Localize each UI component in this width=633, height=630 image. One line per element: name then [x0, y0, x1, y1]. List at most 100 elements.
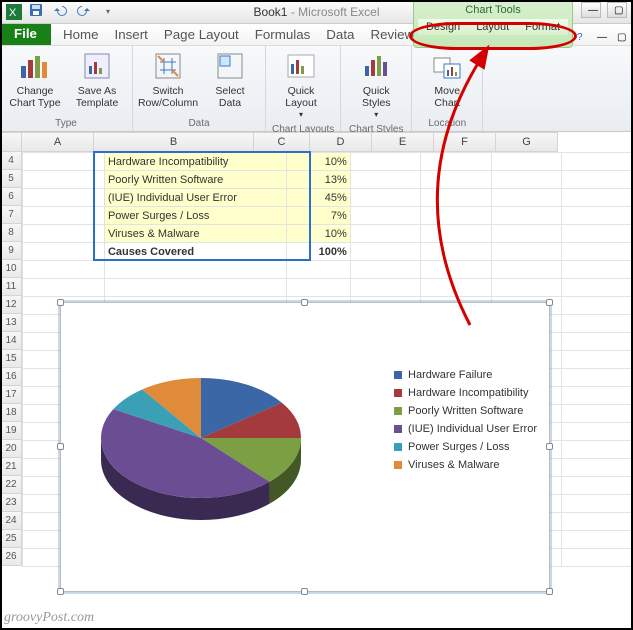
legend-item[interactable]: Viruses & Malware — [394, 459, 537, 471]
tab-formulas[interactable]: Formulas — [247, 24, 319, 45]
cell[interactable] — [562, 333, 633, 351]
column-header[interactable]: A — [22, 132, 94, 152]
cell[interactable] — [562, 171, 633, 189]
cell[interactable] — [23, 171, 105, 189]
row-header[interactable]: 20 — [0, 440, 22, 458]
qat-customize-button[interactable]: ▾ — [98, 2, 118, 22]
save-button[interactable] — [26, 2, 46, 22]
legend-item[interactable]: Poorly Written Software — [394, 405, 537, 417]
cell[interactable] — [562, 153, 633, 171]
move-chart-button[interactable]: Move Chart — [418, 48, 476, 111]
row-header[interactable]: 9 — [0, 242, 22, 260]
cell[interactable] — [421, 243, 492, 261]
cell[interactable] — [562, 459, 633, 477]
cell[interactable] — [350, 243, 421, 261]
cell[interactable] — [562, 315, 633, 333]
row-header[interactable]: 7 — [0, 206, 22, 224]
cell[interactable] — [562, 549, 633, 567]
column-header[interactable]: D — [310, 132, 372, 152]
worksheet-grid[interactable]: ABCDEFG 45678910111213141516171819202122… — [0, 132, 633, 630]
cell[interactable] — [562, 189, 633, 207]
cell[interactable] — [350, 171, 421, 189]
cell[interactable] — [491, 225, 562, 243]
tab-data[interactable]: Data — [318, 24, 362, 45]
embedded-chart[interactable]: Hardware Failure Hardware Incompatibility… — [60, 302, 550, 592]
cell[interactable] — [562, 495, 633, 513]
cell[interactable] — [23, 279, 105, 297]
cell[interactable] — [421, 189, 492, 207]
column-header[interactable]: G — [496, 132, 558, 152]
tab-file[interactable]: File — [0, 22, 51, 45]
cell[interactable] — [491, 279, 562, 297]
row-header[interactable]: 10 — [0, 260, 22, 278]
row-header[interactable]: 13 — [0, 314, 22, 332]
legend-item[interactable]: Hardware Failure — [394, 369, 537, 381]
legend-item[interactable]: Power Surges / Loss — [394, 441, 537, 453]
cell[interactable] — [562, 297, 633, 315]
cell[interactable] — [562, 225, 633, 243]
pie-chart[interactable] — [91, 353, 331, 556]
workbook-minimize-button[interactable]: — — [591, 29, 607, 45]
select-data-button[interactable]: Select Data — [201, 48, 259, 111]
row-header[interactable]: 6 — [0, 188, 22, 206]
cell[interactable] — [562, 405, 633, 423]
row-header[interactable]: 14 — [0, 332, 22, 350]
cell[interactable] — [421, 279, 492, 297]
tab-page-layout[interactable]: Page Layout — [156, 24, 247, 45]
column-header[interactable]: F — [434, 132, 496, 152]
row-header[interactable]: 26 — [0, 548, 22, 566]
cell[interactable] — [491, 171, 562, 189]
cell[interactable] — [350, 207, 421, 225]
restore-button[interactable]: ▢ — [607, 2, 627, 18]
tab-format[interactable]: Format — [517, 19, 568, 35]
cell[interactable] — [350, 225, 421, 243]
cell[interactable] — [104, 261, 286, 279]
cell[interactable] — [23, 207, 105, 225]
row-header[interactable]: 19 — [0, 422, 22, 440]
cell[interactable] — [23, 243, 105, 261]
cell[interactable] — [562, 423, 633, 441]
row-header[interactable]: 8 — [0, 224, 22, 242]
tab-layout[interactable]: Layout — [468, 19, 517, 35]
column-headers[interactable]: ABCDEFG — [22, 132, 633, 152]
quick-styles-button[interactable]: Quick Styles ▾ — [347, 48, 405, 122]
row-header[interactable]: 22 — [0, 476, 22, 494]
cell[interactable] — [562, 477, 633, 495]
row-header[interactable]: 11 — [0, 278, 22, 296]
column-header[interactable]: C — [254, 132, 310, 152]
workbook-restore-button[interactable]: ▢ — [611, 29, 627, 45]
legend-item[interactable]: Hardware Incompatibility — [394, 387, 537, 399]
row-header[interactable]: 25 — [0, 530, 22, 548]
legend-item[interactable]: (IUE) Individual User Error — [394, 423, 537, 435]
quick-layout-button[interactable]: Quick Layout ▾ — [272, 48, 330, 122]
cell[interactable] — [421, 225, 492, 243]
row-header[interactable]: 21 — [0, 458, 22, 476]
cell[interactable] — [23, 261, 105, 279]
minimize-button[interactable]: — — [581, 2, 601, 18]
row-header[interactable]: 15 — [0, 350, 22, 368]
cell[interactable] — [421, 261, 492, 279]
cell[interactable] — [350, 153, 421, 171]
cell[interactable] — [287, 279, 351, 297]
cell[interactable] — [562, 441, 633, 459]
cell[interactable] — [421, 171, 492, 189]
cell[interactable] — [23, 153, 105, 171]
cell[interactable] — [562, 261, 633, 279]
cell[interactable] — [104, 279, 286, 297]
cell[interactable] — [491, 207, 562, 225]
row-header[interactable]: 16 — [0, 368, 22, 386]
tab-insert[interactable]: Insert — [107, 24, 156, 45]
cell[interactable] — [562, 387, 633, 405]
save-as-template-button[interactable]: Save As Template — [68, 48, 126, 111]
cell[interactable] — [491, 189, 562, 207]
cell[interactable] — [421, 153, 492, 171]
cell[interactable] — [562, 279, 633, 297]
cell[interactable] — [287, 261, 351, 279]
cell[interactable] — [350, 261, 421, 279]
row-header[interactable]: 18 — [0, 404, 22, 422]
cell[interactable] — [562, 369, 633, 387]
column-header[interactable]: E — [372, 132, 434, 152]
switch-row-column-button[interactable]: Switch Row/Column — [139, 48, 197, 111]
cell[interactable] — [562, 243, 633, 261]
cell[interactable] — [491, 243, 562, 261]
